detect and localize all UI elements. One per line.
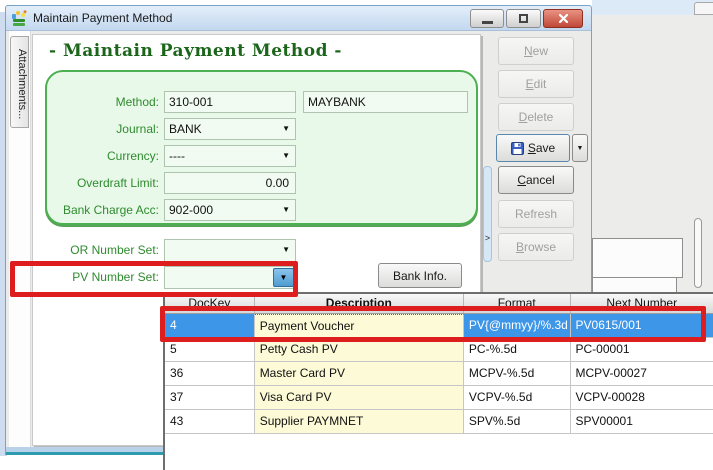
annotation-highlight-selected-row bbox=[160, 306, 706, 342]
bank-charge-acc-combobox[interactable]: 902-000 ▼ bbox=[164, 199, 296, 221]
panel-splitter[interactable] bbox=[483, 166, 492, 262]
background-scrollbar-thumb[interactable] bbox=[694, 218, 702, 288]
table-row[interactable]: 43Supplier PAYMNETSPV%.5dSPV00001 bbox=[165, 410, 713, 434]
overdraft-limit-input[interactable]: 0.00 bbox=[164, 172, 296, 194]
bank-info-button[interactable]: Bank Info. bbox=[378, 263, 462, 288]
save-options-dropdown-button[interactable]: ▼ bbox=[572, 134, 588, 162]
or-number-set-combobox[interactable]: ▼ bbox=[164, 239, 296, 262]
splitter-collapse-icon[interactable]: > bbox=[483, 233, 492, 243]
annotation-highlight-pv-number-set bbox=[10, 261, 298, 297]
currency-value: ---- bbox=[169, 149, 185, 163]
table-cell[interactable]: SPV%.5d bbox=[464, 410, 571, 434]
maximize-icon bbox=[519, 14, 528, 23]
currency-label: Currency: bbox=[39, 149, 159, 163]
table-cell[interactable]: Master Card PV bbox=[255, 362, 464, 386]
table-cell[interactable]: Visa Card PV bbox=[255, 386, 464, 410]
table-cell[interactable]: MCPV-%.5d bbox=[464, 362, 571, 386]
minimize-icon bbox=[482, 21, 493, 24]
table-row[interactable]: 37Visa Card PVVCPV-%.5dVCPV-00028 bbox=[165, 386, 713, 410]
cancel-button[interactable]: Cancel bbox=[498, 166, 574, 194]
bank-charge-acc-label: Bank Charge Acc: bbox=[39, 203, 159, 217]
close-icon bbox=[558, 13, 569, 24]
table-cell[interactable]: VCPV-00028 bbox=[571, 386, 713, 410]
minimize-button[interactable] bbox=[470, 9, 504, 28]
table-cell[interactable]: SPV00001 bbox=[571, 410, 713, 434]
window-title: Maintain Payment Method bbox=[33, 11, 172, 25]
overdraft-limit-label: Overdraft Limit: bbox=[39, 176, 159, 190]
table-cell[interactable]: Supplier PAYMNET bbox=[255, 410, 464, 434]
maximize-button[interactable] bbox=[506, 9, 541, 28]
journal-combobox[interactable]: BANK ▼ bbox=[164, 118, 296, 140]
page-title: - Maintain Payment Method - bbox=[49, 41, 342, 61]
save-button[interactable]: Save bbox=[496, 134, 570, 162]
background-window-corner bbox=[694, 2, 713, 15]
table-cell[interactable]: 43 bbox=[165, 410, 255, 434]
table-cell[interactable]: 37 bbox=[165, 386, 255, 410]
journal-value: BANK bbox=[169, 122, 202, 136]
window-icon bbox=[11, 10, 28, 27]
attachments-tab[interactable]: Attachments... bbox=[10, 36, 29, 128]
close-button[interactable] bbox=[543, 9, 583, 28]
chevron-down-icon: ▼ bbox=[577, 145, 584, 152]
table-cell[interactable]: MCPV-00027 bbox=[571, 362, 713, 386]
method-input[interactable]: 310-001 bbox=[164, 91, 296, 113]
save-label: Save bbox=[528, 141, 555, 155]
title-bar[interactable]: Maintain Payment Method bbox=[6, 6, 591, 31]
background-panel-box bbox=[592, 238, 683, 278]
refresh-button[interactable]: Refresh bbox=[498, 200, 574, 228]
chevron-down-icon[interactable]: ▼ bbox=[282, 246, 290, 254]
save-icon bbox=[511, 142, 524, 155]
background-panel-box-2 bbox=[592, 277, 677, 292]
delete-button[interactable]: Delete bbox=[498, 103, 574, 131]
chevron-down-icon[interactable]: ▼ bbox=[282, 206, 290, 214]
edit-button[interactable]: Edit bbox=[498, 70, 574, 98]
browse-button[interactable]: Browse bbox=[498, 233, 574, 261]
journal-label: Journal: bbox=[39, 122, 159, 136]
chevron-down-icon[interactable]: ▼ bbox=[282, 125, 290, 133]
chevron-down-icon[interactable]: ▼ bbox=[282, 152, 290, 160]
currency-combobox[interactable]: ---- ▼ bbox=[164, 145, 296, 167]
or-number-set-label: OR Number Set: bbox=[39, 243, 159, 257]
new-button[interactable]: New bbox=[498, 37, 574, 65]
bank-charge-acc-value: 902-000 bbox=[169, 203, 213, 217]
table-cell[interactable]: VCPV-%.5d bbox=[464, 386, 571, 410]
method-description-input[interactable]: MAYBANK bbox=[303, 91, 468, 113]
method-label: Method: bbox=[39, 95, 159, 109]
table-cell[interactable]: 36 bbox=[165, 362, 255, 386]
table-row[interactable]: 36Master Card PVMCPV-%.5dMCPV-00027 bbox=[165, 362, 713, 386]
